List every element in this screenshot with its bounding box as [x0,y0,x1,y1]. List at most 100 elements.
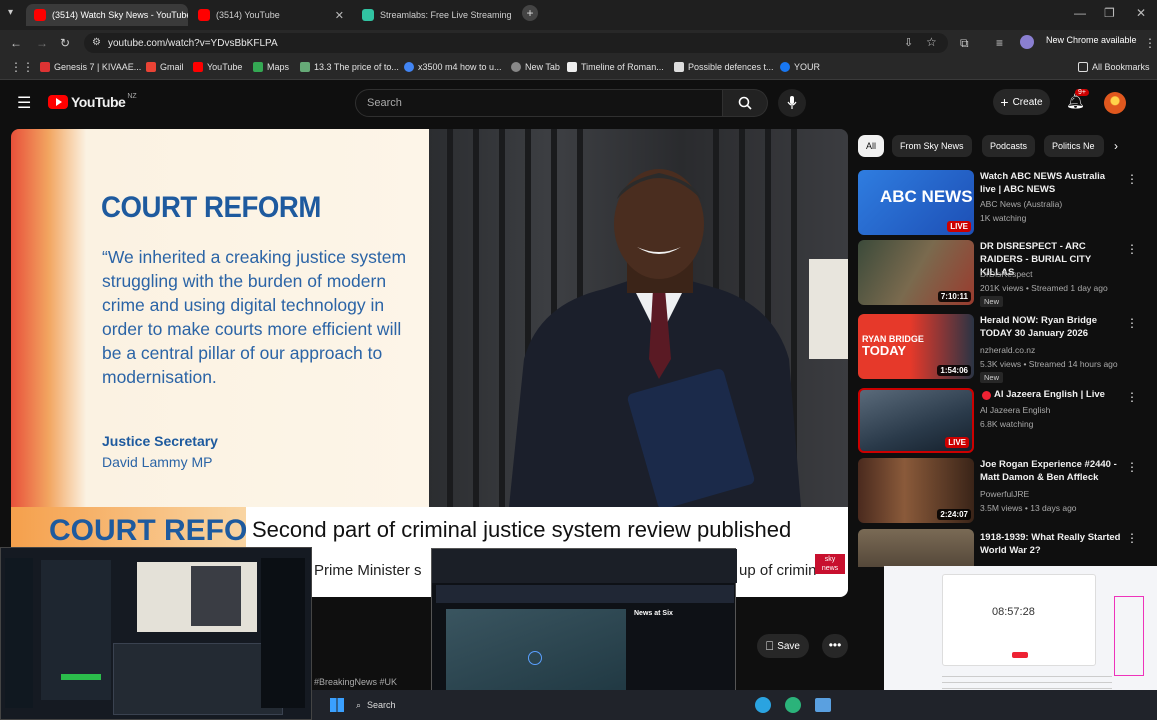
video-title: Joe Rogan Experience #2440 - Matt Damon … [980,459,1117,483]
tab-streamlabs[interactable]: Streamlabs: Free Live Streaming ✕ [354,4,516,26]
windows-start-icon[interactable] [330,698,344,712]
create-label: Create [1012,96,1043,108]
telegram-icon[interactable] [755,697,771,713]
ticker-left: Prime Minister s [314,562,422,579]
chip-from-sky-news[interactable]: From Sky News [892,135,972,157]
hamburger-menu-icon[interactable]: ☰ [17,93,31,113]
list-item[interactable]: 7:10:11 DR DISRESPECT - ARC RAIDERS - BU… [858,240,1148,307]
close-window-icon[interactable]: ✕ [1136,6,1146,20]
video-player[interactable]: COURT REFORM “We inherited a creaking ju… [11,129,848,597]
media-controls-icon[interactable]: ≡ [996,36,1003,50]
list-item[interactable]: 1918-1939: What Really Started World War… [858,529,1148,567]
tab-search-icon[interactable]: ▾ [8,7,13,18]
play-icon [528,651,542,665]
bookmark-new-tab[interactable]: New Tab [511,62,560,72]
app-icon[interactable] [815,698,831,712]
forward-icon[interactable]: → [36,36,48,50]
bookmark-timeline[interactable]: Timeline of Roman... [567,62,664,72]
profile-avatar[interactable] [1020,35,1034,49]
close-tab-icon[interactable]: ✕ [512,9,516,22]
live-badge: LIVE [947,221,971,232]
list-item[interactable]: RYAN BRIDGE TODAY 1:54:06 Herald NOW: Rya… [858,314,1148,383]
bookmark-icon [40,62,50,72]
apps-grid-icon[interactable]: ⋮⋮ [10,60,34,74]
chip-podcasts[interactable]: Podcasts [982,135,1036,157]
youtube-wordmark: YouTube [71,94,126,110]
bookmark-x3500[interactable]: x3500 m4 how to u... [404,62,502,72]
list-item[interactable]: LIVE Al Jazeera English | Live Al Jazeer… [858,388,1148,454]
abc-logo-text: ABC NEWS [880,187,973,206]
notifications-button[interactable]: 🔔︎ 9+ [1066,89,1089,111]
all-bookmarks-button[interactable]: All Bookmarks [1078,62,1150,72]
hashtags[interactable]: #BreakingNews #UK [314,677,397,687]
duration-badge: 1:54:06 [937,365,971,376]
reload-icon[interactable]: ↻ [60,36,70,50]
site-info-icon[interactable]: ⚙ [92,37,101,48]
more-actions-button[interactable]: ••• [822,634,848,658]
new-badge: New [980,296,1004,307]
chip-all[interactable]: All [858,135,885,157]
chrome-menu-icon[interactable]: ⋮ [1144,36,1156,50]
bookmark-star-icon[interactable]: ☆ [926,35,937,49]
windows-taskbar: ⌕ Search [312,690,1157,720]
bookmark-defences[interactable]: Possible defences t... [674,62,774,72]
more-options-icon[interactable]: ⋮ [1126,460,1138,474]
voice-search-button[interactable] [778,89,806,117]
maximize-icon[interactable]: ❐ [1104,6,1115,20]
browser-nav-bar: ← → ↻ ⚙ youtube.com/watch?v=YDvsBbKFLPA … [0,30,1157,56]
more-options-icon[interactable]: ⋮ [1126,316,1138,330]
bookmark-label: YouTube [207,62,243,72]
speaker-figure [509,169,801,507]
youtube-favicon-icon [198,9,210,21]
new-badge: New [980,372,1004,383]
save-button[interactable]: ⎕ Save [757,634,809,658]
tab-youtube[interactable]: (3514) YouTube ✕ [190,4,352,26]
install-icon[interactable]: ⇩ [904,36,913,49]
tab-title: (3514) YouTube [216,10,280,20]
tab-sky-news[interactable]: (3514) Watch Sky News - YouTube ✕ [26,4,188,26]
create-button[interactable]: + Create [993,89,1050,115]
minimize-icon[interactable]: — [1074,6,1086,20]
bookmark-genesis[interactable]: Genesis 7 | KIVAAE... [40,62,141,72]
list-item[interactable]: ABC NEWS LIVE Watch ABC NEWS Australia l… [858,170,1148,236]
app-icon[interactable] [785,697,801,713]
bookmark-gmail[interactable]: Gmail [146,62,184,72]
bookmark-youtube[interactable]: YouTube [193,62,242,72]
search-icon: ⌕ [356,699,362,710]
youtube-header: ☰ YouTube NZ Search + Create 🔔︎ 9+ [0,80,1157,126]
speaker-name: David Lammy MP [102,454,213,470]
thumbnail-al-jazeera: LIVE [858,388,974,453]
search-placeholder: Search [367,97,402,109]
more-options-icon[interactable]: ⋮ [1126,242,1138,256]
more-options-icon[interactable]: ⋮ [1126,390,1138,404]
notification-count-badge: 9+ [1075,89,1089,96]
address-bar[interactable]: ⚙ youtube.com/watch?v=YDvsBbKFLPA ⇩ ☆ [84,33,948,53]
close-tab-icon[interactable]: ✕ [329,9,344,22]
new-tab-icon[interactable]: + [522,5,538,21]
account-avatar[interactable] [1104,92,1126,114]
chevron-right-icon[interactable]: › [1114,139,1118,153]
live-badge: LIVE [945,437,969,448]
taskbar-search[interactable]: ⌕ Search [356,696,436,714]
more-options-icon[interactable]: ⋮ [1126,531,1138,545]
youtube-logo[interactable]: YouTube NZ [48,93,137,110]
clock-readout: 08:57:28 [992,606,1035,618]
globe-icon [511,62,521,72]
bookmark-label: Timeline of Roman... [581,62,664,72]
video-title: 1918-1939: What Really Started World War… [980,532,1121,556]
list-item[interactable]: 2:24:07 Joe Rogan Experience #2440 - Mat… [858,458,1148,524]
more-options-icon[interactable]: ⋮ [1126,172,1138,186]
chip-politics-news[interactable]: Politics Ne [1044,135,1104,157]
screen-capture-overlay-left [0,547,312,720]
search-input[interactable]: Search [355,89,723,117]
bookmark-price[interactable]: 13.3 The price of to... [300,62,399,72]
search-button[interactable] [723,89,768,117]
bookmark-maps[interactable]: Maps [253,62,289,72]
ryan-bridge-today-text: RYAN BRIDGE TODAY [862,334,924,358]
bookmark-label: 13.3 The price of to... [314,62,399,72]
new-chrome-available-button[interactable]: New Chrome available [1046,35,1137,45]
back-icon[interactable]: ← [10,36,22,50]
bookmark-your[interactable]: YOUR [780,62,820,72]
headline: Second part of criminal justice system r… [252,517,792,542]
extensions-icon[interactable]: ⧉ [960,36,969,51]
